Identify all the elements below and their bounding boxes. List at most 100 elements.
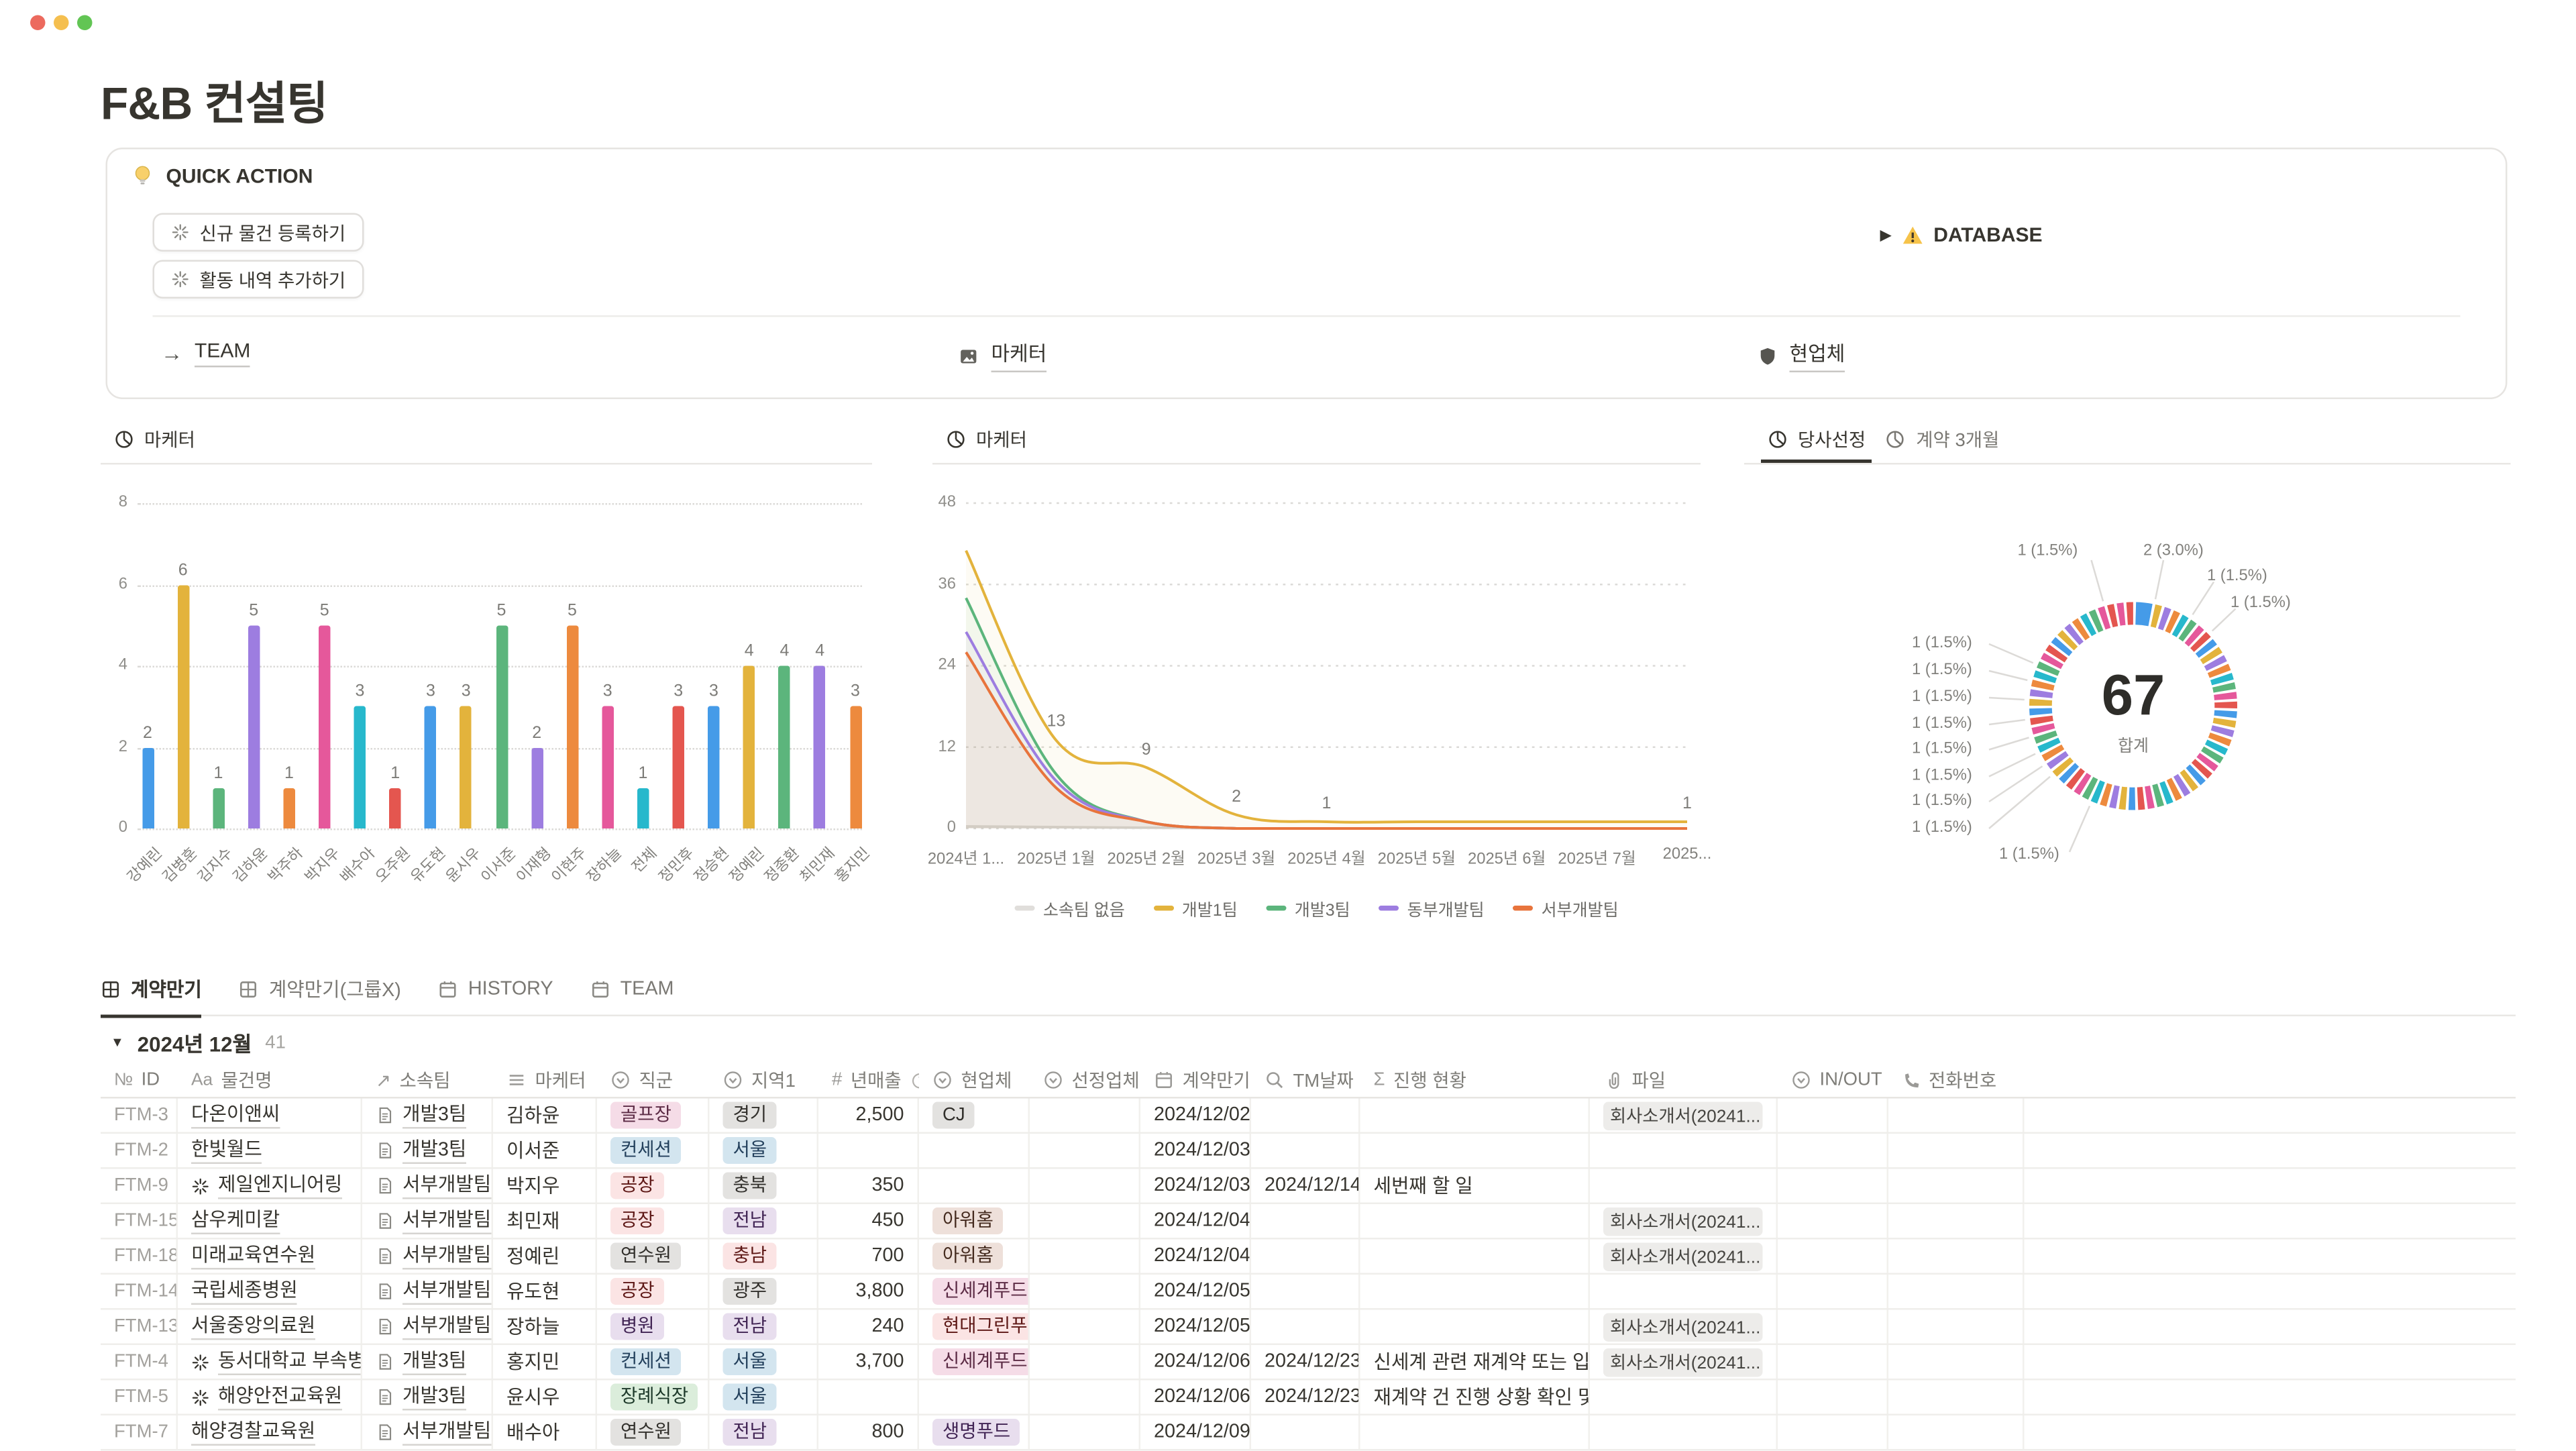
table-cell[interactable]: 3,700 [818, 1345, 919, 1379]
cell-team[interactable]: 서부개발팀 [402, 1244, 491, 1269]
table-cell[interactable]: 공장 [597, 1169, 710, 1203]
file-chip[interactable]: 회사소개서(20241... [1603, 1348, 1763, 1377]
table-cell[interactable]: 광주 [710, 1275, 819, 1308]
table-cell[interactable]: 2024/12/14 [1251, 1169, 1360, 1203]
table-cell[interactable]: 2024/12/23 [1251, 1345, 1360, 1379]
donut-tab-0[interactable]: 당사선정 [1761, 419, 1872, 463]
table-cell[interactable]: 450 [818, 1204, 919, 1238]
page-link-마케터[interactable]: 마케터 [958, 339, 1047, 372]
view-tab-계약만기(그룹X)[interactable]: 계약만기(그룹X) [239, 973, 401, 1018]
cell-property-name[interactable]: 국립세종병원 [191, 1279, 298, 1304]
bar[interactable] [814, 666, 826, 829]
table-cell[interactable]: 동서대학교 부속병원 [178, 1345, 362, 1379]
table-cell[interactable] [2025, 1204, 2516, 1238]
table-row[interactable]: FTM-7해양경찰교육원서부개발팀배수아연수원전남800생명푸드2024/12/… [101, 1415, 2516, 1451]
table-cell[interactable]: 2,500 [818, 1099, 919, 1132]
database-toggle[interactable]: ▶ DATABASE [1880, 223, 2043, 247]
table-cell[interactable] [1778, 1169, 1888, 1203]
table-cell[interactable]: 충북 [710, 1169, 819, 1203]
table-cell[interactable]: FTM-3 [101, 1099, 178, 1132]
table-cell[interactable] [1251, 1240, 1360, 1273]
cell-property-name[interactable]: 서울중앙의료원 [191, 1314, 315, 1340]
column-header-ID[interactable]: №ID [101, 1063, 178, 1097]
table-cell[interactable] [1590, 1275, 1778, 1308]
table-cell[interactable] [1030, 1240, 1140, 1273]
table-cell[interactable] [1030, 1204, 1140, 1238]
table-cell[interactable]: FTM-5 [101, 1381, 178, 1414]
table-cell[interactable] [1888, 1240, 2025, 1273]
table-cell[interactable] [1030, 1275, 1140, 1308]
table-cell[interactable]: 전남 [710, 1204, 819, 1238]
table-cell[interactable]: 서부개발팀 [362, 1204, 493, 1238]
table-cell[interactable] [919, 1134, 1030, 1167]
table-cell[interactable]: 생명푸드 [919, 1415, 1030, 1449]
table-group-header[interactable]: ▼ 2024년 12월 41 [111, 1026, 286, 1059]
table-cell[interactable]: 2024/12/03 [1140, 1134, 1251, 1167]
legend-item[interactable]: 동부개발팀 [1379, 896, 1485, 921]
cell-team[interactable]: 개발3팀 [402, 1349, 466, 1375]
table-cell[interactable]: 해양경찰교육원 [178, 1415, 362, 1449]
table-cell[interactable] [2025, 1240, 2516, 1273]
toggle-triangle-icon[interactable]: ▶ [1880, 225, 1892, 244]
table-cell[interactable]: 800 [818, 1415, 919, 1449]
legend-item[interactable]: 소속팀 없음 [1014, 896, 1124, 921]
table-cell[interactable]: 유도현 [493, 1275, 597, 1308]
table-cell[interactable]: FTM-18 [101, 1240, 178, 1273]
table-cell[interactable] [1360, 1275, 1591, 1308]
table-cell[interactable]: 골프장 [597, 1099, 710, 1132]
table-cell[interactable]: 제일엔지니어링 [178, 1169, 362, 1203]
table-cell[interactable]: 이서준 [493, 1134, 597, 1167]
table-cell[interactable]: 병원 [597, 1310, 710, 1344]
file-chip[interactable]: 회사소개서(20241... [1603, 1312, 1763, 1341]
table-cell[interactable]: 3,800 [818, 1275, 919, 1308]
table-cell[interactable]: 윤시우 [493, 1381, 597, 1414]
table-cell[interactable]: 2024/12/23 [1251, 1381, 1360, 1414]
table-cell[interactable] [1360, 1415, 1591, 1449]
table-cell[interactable]: 개발3팀 [362, 1381, 493, 1414]
column-header-전화번호[interactable]: 전화번호 [1888, 1063, 2025, 1097]
table-cell[interactable]: 컨세션 [597, 1134, 710, 1167]
table-cell[interactable]: 회사소개서(20241... [1590, 1204, 1778, 1238]
table-cell[interactable] [2025, 1134, 2516, 1167]
bar[interactable] [425, 706, 437, 828]
column-header-IN/OUT[interactable]: IN/OUT [1778, 1063, 1888, 1097]
table-cell[interactable]: 서부개발팀 [362, 1169, 493, 1203]
table-cell[interactable] [2025, 1169, 2516, 1203]
column-header-선정업체[interactable]: 선정업체 [1030, 1063, 1140, 1097]
table-cell[interactable] [919, 1381, 1030, 1414]
table-cell[interactable]: 장하늘 [493, 1310, 597, 1344]
table-cell[interactable]: 한빛월드 [178, 1134, 362, 1167]
collapse-caret-icon[interactable]: ▼ [111, 1035, 124, 1051]
table-cell[interactable] [1888, 1345, 2025, 1379]
bar[interactable] [177, 584, 189, 828]
table-cell[interactable]: 서부개발팀 [362, 1240, 493, 1273]
legend-item[interactable]: 개발1팀 [1153, 896, 1237, 921]
bar[interactable] [354, 706, 366, 828]
table-cell[interactable]: 신세계 관련 재계약 또는 입찰 여부 [1360, 1345, 1591, 1379]
window-dot-2[interactable] [77, 15, 93, 31]
table-cell[interactable]: 홍지민 [493, 1345, 597, 1379]
table-cell[interactable]: 2024/12/05 [1140, 1275, 1251, 1308]
table-cell[interactable]: 최민재 [493, 1204, 597, 1238]
bar[interactable] [248, 625, 260, 828]
cell-team[interactable]: 개발3팀 [402, 1385, 466, 1410]
cell-team[interactable]: 서부개발팀 [402, 1314, 491, 1340]
cell-team[interactable]: 서부개발팀 [402, 1173, 491, 1199]
table-cell[interactable]: FTM-4 [101, 1345, 178, 1379]
window-dot-0[interactable] [30, 15, 46, 31]
donut-tab-1[interactable]: 계약 3개월 [1879, 419, 2006, 463]
bar[interactable] [602, 706, 614, 828]
line-chart-plot[interactable]: 0122436482024년 1...2025년 1월2025년 2월2025년… [932, 463, 1701, 953]
table-row[interactable]: FTM-4동서대학교 부속병원개발3팀홍지민컨세션서울3,700신세계푸드202… [101, 1345, 2516, 1381]
table-cell[interactable]: 서울 [710, 1134, 819, 1167]
table-cell[interactable] [1590, 1134, 1778, 1167]
cell-property-name[interactable]: 제일엔지니어링 [218, 1173, 342, 1199]
table-row[interactable]: FTM-2한빛월드개발3팀이서준컨세션서울2024/12/03 [101, 1134, 2516, 1169]
table-cell[interactable] [1590, 1169, 1778, 1203]
column-header-계약만기[interactable]: 계약만기 [1140, 1063, 1251, 1097]
table-row[interactable]: FTM-14국립세종병원서부개발팀유도현공장광주3,800신세계푸드2024/1… [101, 1275, 2516, 1310]
bar[interactable] [849, 706, 861, 828]
table-cell[interactable] [1251, 1415, 1360, 1449]
table-cell[interactable]: 2024/12/02 [1140, 1099, 1251, 1132]
column-header-소속팀[interactable]: ↗소속팀 [362, 1063, 493, 1097]
